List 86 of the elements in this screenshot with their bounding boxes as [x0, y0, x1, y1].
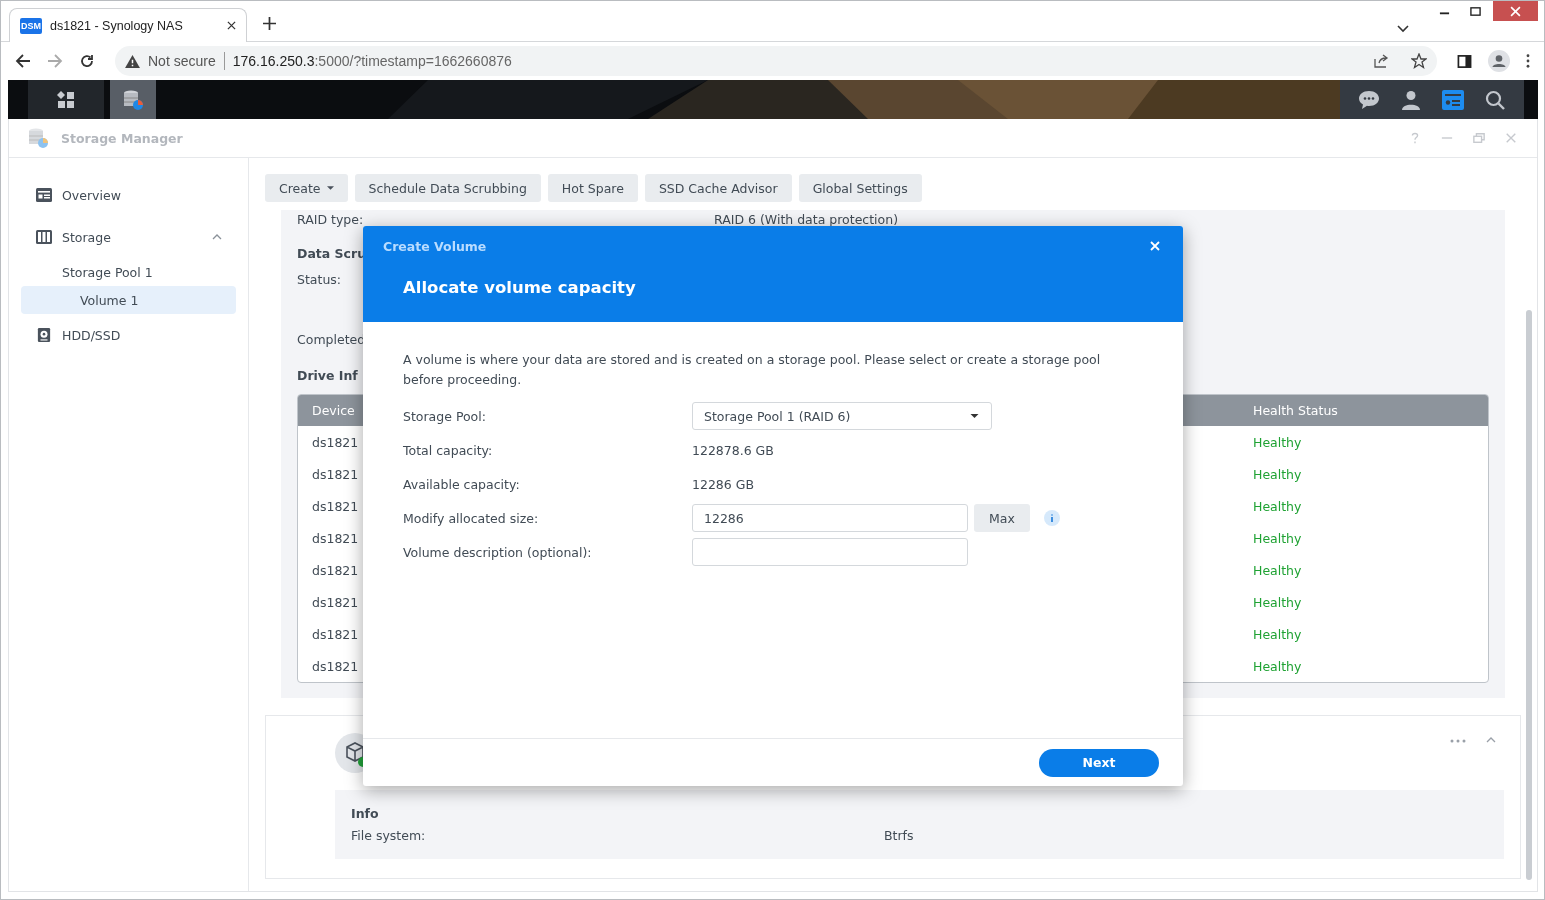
menu-icon[interactable] — [1526, 54, 1530, 68]
side-panel-icon[interactable] — [1457, 53, 1472, 69]
table-cell: ds1821 — [312, 594, 359, 610]
search-icon[interactable] — [1484, 89, 1506, 110]
widget-icon[interactable] — [1442, 89, 1464, 110]
dialog-heading: Allocate volume capacity — [403, 278, 637, 297]
close-icon — [1510, 5, 1521, 17]
storage-manager-taskbar-button[interactable] — [110, 80, 156, 119]
grid-icon — [56, 89, 76, 110]
health-status: Healthy — [1253, 498, 1302, 514]
scrollbar[interactable] — [1526, 310, 1532, 880]
info-title: Info — [351, 806, 380, 821]
sidebar-item[interactable]: Volume 1 — [21, 286, 236, 314]
health-status: Healthy — [1253, 466, 1302, 482]
field-label: Volume description (optional): — [403, 544, 593, 560]
overview-icon — [36, 188, 52, 202]
input-field[interactable]: 12286 — [692, 504, 968, 532]
caret-icon — [970, 414, 979, 418]
field-value: RAID 6 (With data protection) — [714, 211, 899, 227]
field-label: File system: — [351, 828, 427, 843]
sidebar-item[interactable]: Storage Pool 1 — [21, 258, 236, 286]
tab-search-icon[interactable] — [1397, 25, 1409, 33]
table-cell: ds1821 — [312, 434, 359, 450]
storage-manager-icon — [122, 88, 144, 111]
toolbar-button[interactable]: Create — [265, 174, 348, 202]
favicon-icon: DSM — [20, 17, 42, 34]
sidebar-item[interactable]: HDD/SSD — [21, 321, 236, 349]
chat-icon[interactable] — [1358, 89, 1380, 110]
sidebar-item[interactable]: Storage — [21, 223, 236, 251]
health-status: Healthy — [1253, 562, 1302, 578]
input-field[interactable] — [692, 538, 968, 566]
caret-icon — [326, 186, 334, 190]
security-label: Not secure — [148, 53, 216, 69]
profile-icon[interactable] — [1488, 50, 1510, 72]
health-status: Healthy — [1253, 530, 1302, 546]
health-status: Healthy — [1253, 626, 1302, 642]
table-cell: ds1821 — [312, 562, 359, 578]
toolbar-button[interactable]: Global Settings — [798, 174, 922, 202]
url-text: 176.16.250.3:5000/?timestamp=1662660876 — [232, 53, 512, 69]
warning-icon — [125, 54, 140, 68]
browser-tab[interactable]: DSM ds1821 - Synology NAS — [9, 8, 247, 42]
storage-icon — [36, 230, 52, 244]
back-icon[interactable] — [15, 53, 31, 69]
field-value: 12286 GB — [692, 476, 754, 492]
health-status: Healthy — [1253, 658, 1302, 674]
health-status: Healthy — [1253, 594, 1302, 610]
maximize-icon[interactable] — [1470, 6, 1481, 17]
dialog-title: Create Volume — [383, 238, 488, 254]
field-value: 122878.6 GB — [692, 442, 774, 458]
next-button[interactable]: Next — [1039, 748, 1159, 777]
main-menu-button[interactable] — [28, 80, 104, 119]
address-bar[interactable]: Not secure 176.16.250.3:5000/?timestamp=1662660876 — [115, 46, 1437, 76]
field-label: Available capacity: — [403, 476, 521, 492]
window-close-button[interactable] — [1493, 1, 1538, 21]
table-cell: ds1821 — [312, 530, 359, 546]
share-icon[interactable] — [1373, 53, 1389, 69]
table-cell: ds1821 — [312, 658, 359, 674]
field-value: Btrfs — [884, 828, 914, 843]
toolbar-button[interactable]: SSD Cache Advisor — [644, 174, 792, 202]
table-cell: ds1821 — [312, 626, 359, 642]
sidebar-item[interactable]: Overview — [21, 181, 236, 209]
storage-manager-icon — [27, 127, 49, 149]
close-icon[interactable] — [227, 21, 236, 30]
table-cell: ds1821 — [312, 498, 359, 514]
table-cell: ds1821 — [312, 466, 359, 482]
storage-pool-dropdown[interactable]: Storage Pool 1 (RAID 6) — [692, 402, 992, 430]
collapse-caret-icon[interactable] — [212, 234, 222, 240]
max-button[interactable]: Max — [974, 504, 1030, 532]
info-icon[interactable] — [1044, 510, 1060, 526]
intro-text: A volume is where your data are stored and is created on a storage pool. Please select or create a storage pool before proceeding. — [403, 351, 1102, 389]
health-status: Healthy — [1253, 434, 1302, 450]
field-label: Storage Pool: — [403, 408, 487, 424]
tab-title: ds1821 - Synology NAS — [50, 18, 184, 33]
collapse-icon[interactable] — [1486, 737, 1496, 743]
field-label: RAID type: — [297, 211, 365, 227]
star-icon[interactable] — [1411, 53, 1427, 69]
user-icon[interactable] — [1400, 89, 1422, 110]
reload-icon[interactable] — [79, 53, 95, 69]
field-label: Modify allocated size: — [403, 510, 540, 526]
more-icon[interactable] — [1450, 739, 1466, 743]
app-title: Storage Manager — [61, 130, 183, 146]
toolbar-button[interactable]: Schedule Data Scrubbing — [354, 174, 541, 202]
toolbar-button[interactable]: Hot Spare — [547, 174, 638, 202]
section-heading: Drive Inf — [297, 368, 358, 385]
field-label: Total capacity: — [403, 442, 494, 458]
new-tab-icon[interactable] — [263, 17, 276, 30]
